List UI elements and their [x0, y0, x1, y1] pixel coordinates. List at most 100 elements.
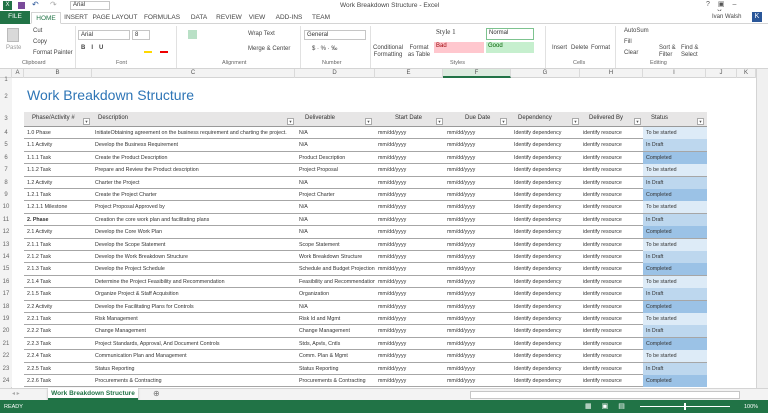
cell-start-date[interactable]: mm/dd/yyyy	[375, 152, 444, 164]
cell-description[interactable]: Charter the Project	[92, 177, 296, 189]
cut-button[interactable]: Cut	[33, 28, 42, 34]
view-buttons[interactable]: ▦▣▤	[585, 402, 635, 410]
delete-cells-button[interactable]: Delete	[571, 45, 588, 51]
cell-due-date[interactable]: mm/dd/yyyy	[444, 177, 511, 189]
row-header[interactable]: 21	[0, 338, 12, 350]
cell-start-date[interactable]: mm/dd/yyyy	[375, 189, 444, 201]
copy-button[interactable]: Copy	[33, 39, 47, 45]
cell-dependency[interactable]: Identify dependency	[511, 152, 580, 164]
cell-delivered-by[interactable]: identify resource	[580, 276, 643, 288]
cell-phase[interactable]: 2.1.3 Task	[24, 263, 92, 275]
cell-delivered-by[interactable]: identify resource	[580, 177, 643, 189]
cell-description[interactable]: Project Proposal Approved by	[92, 201, 296, 213]
cell-deliverable[interactable]: Organization	[296, 288, 375, 300]
cell-description[interactable]: Develop the Core Work Plan	[92, 226, 296, 238]
vertical-scrollbar[interactable]	[756, 69, 768, 388]
cell-status[interactable]: In Draft	[643, 325, 707, 337]
avatar[interactable]: K	[752, 12, 762, 22]
column-header-g[interactable]: G	[511, 69, 580, 78]
cell-deliverable[interactable]: Feasibility and Recommendation	[296, 276, 375, 288]
cell-status[interactable]: Completed	[643, 375, 707, 387]
tab-home[interactable]: HOME	[31, 12, 61, 24]
cell-delivered-by[interactable]: identify resource	[580, 127, 643, 139]
cell-phase[interactable]: 1.2.1 Task	[24, 189, 92, 201]
cell-phase[interactable]: 2.1.1 Task	[24, 239, 92, 251]
row-header[interactable]: 20	[0, 325, 12, 337]
cell-description[interactable]: Organize Project & Staff Acquisition	[92, 288, 296, 300]
cell-dependency[interactable]: Identify dependency	[511, 350, 580, 362]
cell-deliverable[interactable]: N/A	[296, 139, 375, 151]
cell-start-date[interactable]: mm/dd/yyyy	[375, 177, 444, 189]
cell-status[interactable]: To be started	[643, 313, 707, 325]
cell-dependency[interactable]: Identify dependency	[511, 276, 580, 288]
cell-delivered-by[interactable]: identify resource	[580, 263, 643, 275]
row-header[interactable]: 23	[0, 363, 12, 375]
cell-delivered-by[interactable]: identify resource	[580, 325, 643, 337]
cell-delivered-by[interactable]: identify resource	[580, 251, 643, 263]
cell-deliverable[interactable]: Product Description	[296, 152, 375, 164]
bold-italic-underline-buttons[interactable]: BIU	[81, 45, 109, 51]
filter-dropdown-icon[interactable]: ▼	[697, 118, 704, 125]
align-center-icon[interactable]	[188, 30, 197, 39]
cell-phase[interactable]: 2.2.2 Task	[24, 325, 92, 337]
insert-cells-button[interactable]: Insert	[552, 45, 567, 51]
cell-dependency[interactable]: Identify dependency	[511, 363, 580, 375]
cell-status[interactable]: In Draft	[643, 139, 707, 151]
row-header[interactable]: 13	[0, 239, 12, 251]
cell-phase[interactable]: 2.2.3 Task	[24, 338, 92, 350]
cell-start-date[interactable]: mm/dd/yyyy	[375, 263, 444, 275]
cell-description[interactable]: Procurements & Contracting	[92, 375, 296, 387]
cell-deliverable[interactable]: Work Breakdown Structure	[296, 251, 375, 263]
clear-button[interactable]: Clear	[624, 50, 638, 56]
cell-start-date[interactable]: mm/dd/yyyy	[375, 139, 444, 151]
tab-team[interactable]: TEAM	[310, 12, 332, 24]
add-sheet-icon[interactable]: ⊕	[153, 389, 160, 398]
cell-due-date[interactable]: mm/dd/yyyy	[444, 214, 511, 226]
cell-start-date[interactable]: mm/dd/yyyy	[375, 363, 444, 375]
column-header-d[interactable]: D	[295, 69, 375, 78]
cell-deliverable[interactable]: Risk Id and Mgmt	[296, 313, 375, 325]
row-header[interactable]: 6	[0, 152, 12, 164]
cell-due-date[interactable]: mm/dd/yyyy	[444, 350, 511, 362]
format-cells-button[interactable]: Format	[591, 45, 610, 51]
cell-delivered-by[interactable]: identify resource	[580, 288, 643, 300]
cell-start-date[interactable]: mm/dd/yyyy	[375, 214, 444, 226]
cell-description[interactable]: Prepare and Review the Product descripti…	[92, 164, 296, 176]
cell-description[interactable]: Communication Plan and Management	[92, 350, 296, 362]
percent-button[interactable]: $ · % · ‰	[312, 46, 337, 52]
tab-review[interactable]: REVIEW	[215, 12, 243, 24]
filter-dropdown-icon[interactable]: ▼	[83, 118, 90, 125]
cell-description[interactable]: Develop the Work Breakdown Structure	[92, 251, 296, 263]
style-bad[interactable]: Bad	[434, 42, 484, 53]
cell-phase[interactable]: 2.1.2 Task	[24, 251, 92, 263]
filter-dropdown-icon[interactable]: ▼	[436, 118, 443, 125]
cell-delivered-by[interactable]: identify resource	[580, 189, 643, 201]
cell-status[interactable]: In Draft	[643, 177, 707, 189]
cell-delivered-by[interactable]: identify resource	[580, 301, 643, 313]
cell-deliverable[interactable]: N/A	[296, 214, 375, 226]
cell-description[interactable]: InitiateObtaining agreement on the busin…	[92, 127, 296, 139]
column-header-f[interactable]: F	[443, 69, 511, 78]
cell-description[interactable]: Develop the Project Schedule	[92, 263, 296, 275]
cell-phase[interactable]: 2.1.5 Task	[24, 288, 92, 300]
cell-delivered-by[interactable]: identify resource	[580, 164, 643, 176]
cell-status[interactable]: In Draft	[643, 251, 707, 263]
cell-status[interactable]: To be started	[643, 276, 707, 288]
cell-dependency[interactable]: Identify dependency	[511, 177, 580, 189]
cell-deliverable[interactable]: Scope Statement	[296, 239, 375, 251]
cell-dependency[interactable]: Identify dependency	[511, 301, 580, 313]
filter-dropdown-icon[interactable]: ▼	[287, 118, 294, 125]
cell-status[interactable]: In Draft	[643, 214, 707, 226]
column-header-a[interactable]: A	[12, 69, 24, 78]
cell-start-date[interactable]: mm/dd/yyyy	[375, 239, 444, 251]
column-header-i[interactable]: I	[643, 69, 706, 78]
cell-start-date[interactable]: mm/dd/yyyy	[375, 350, 444, 362]
cell-dependency[interactable]: Identify dependency	[511, 214, 580, 226]
cell-start-date[interactable]: mm/dd/yyyy	[375, 313, 444, 325]
cell-phase[interactable]: 2.2.5 Task	[24, 363, 92, 375]
cell-deliverable[interactable]: N/A	[296, 301, 375, 313]
cell-status[interactable]: To be started	[643, 164, 707, 176]
cell-due-date[interactable]: mm/dd/yyyy	[444, 226, 511, 238]
cell-description[interactable]: Risk Management	[92, 313, 296, 325]
cell-deliverable[interactable]: N/A	[296, 201, 375, 213]
